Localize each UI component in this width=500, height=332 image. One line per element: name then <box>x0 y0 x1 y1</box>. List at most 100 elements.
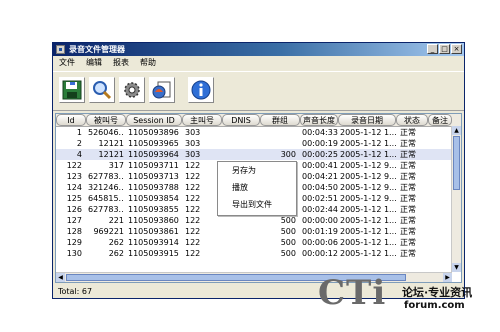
cell-called: 321246... <box>88 183 124 192</box>
cell-date: 2005-1-12 1... <box>340 150 396 159</box>
column-header-date[interactable]: 录音日期 <box>338 114 396 126</box>
cell-status: 正常 <box>400 139 416 148</box>
cell-duration: 00:00:12 <box>302 249 338 258</box>
export-button[interactable] <box>149 77 175 103</box>
settings-gear-icon <box>124 82 140 98</box>
search-icon <box>93 81 112 100</box>
vertical-scrollbar[interactable]: ▲ ▼ <box>451 126 461 272</box>
cell-group: 500 <box>280 238 296 247</box>
cell-group: 500 <box>280 249 296 258</box>
context-menu-save-as[interactable]: 另存为 <box>218 162 296 179</box>
cell-dnis <box>224 226 258 237</box>
cell-caller: 303 <box>185 128 201 137</box>
context-menu: 另存为 播放 导出到文件 <box>217 161 297 216</box>
cell-session: 1105093711 <box>128 161 179 170</box>
vertical-scroll-thumb[interactable] <box>453 136 460 190</box>
menu-edit[interactable]: 编辑 <box>86 57 102 69</box>
cell-id: 2 <box>76 139 82 148</box>
cell-id: 1 <box>76 128 82 137</box>
cell-called: 627783... <box>88 205 124 214</box>
cell-session: 1105093854 <box>128 194 179 203</box>
cell-caller: 122 <box>185 249 201 258</box>
cell-group <box>262 127 296 138</box>
cell-status: 正常 <box>400 194 416 203</box>
table-row[interactable]: 128 969221 1105093861 122 500 00:01:19 2005-1-… <box>56 226 452 237</box>
minimize-button[interactable]: _ <box>427 44 438 54</box>
cell-called: 262 <box>108 238 124 247</box>
column-header-called[interactable]: 被叫号 <box>86 114 126 126</box>
table-row[interactable]: 1 526046... 1105093896 303 00:04:33 2005-1-12… <box>56 127 452 138</box>
save-icon <box>62 80 82 100</box>
cell-date: 2005-1-12 1... <box>340 238 396 247</box>
save-button[interactable] <box>59 77 85 103</box>
cell-caller: 122 <box>185 227 201 236</box>
watermark-url: forum.com <box>404 300 465 311</box>
export-icon <box>152 81 171 99</box>
table-row[interactable]: 130 262 1105093915 122 500 00:00:12 2005-1-12 … <box>56 248 452 259</box>
context-menu-export[interactable]: 导出到文件 <box>218 196 296 213</box>
scroll-right-arrow-icon[interactable]: ▶ <box>443 273 452 282</box>
maximize-button[interactable]: □ <box>439 44 450 54</box>
cell-id: 4 <box>76 150 82 159</box>
settings-button[interactable] <box>119 77 145 103</box>
cell-duration: 00:02:44 <box>302 205 338 214</box>
cell-id: 124 <box>66 183 82 192</box>
about-button[interactable] <box>188 77 214 103</box>
toolbar <box>53 71 464 111</box>
cell-status: 正常 <box>400 183 416 192</box>
column-header-status[interactable]: 状态 <box>396 114 428 126</box>
cell-caller: 303 <box>185 150 201 159</box>
column-header-session-id[interactable]: Session ID <box>126 114 182 126</box>
cell-id: 129 <box>66 238 82 247</box>
cell-status: 正常 <box>400 128 416 137</box>
column-header-duration[interactable]: 声音长度 <box>300 114 338 126</box>
search-button[interactable] <box>89 77 115 103</box>
cell-session: 1105093965 <box>128 139 179 148</box>
cell-status: 正常 <box>400 227 416 236</box>
cell-id: 130 <box>66 249 82 258</box>
table-row[interactable]: 2 12121 1105093965 303 00:00:19 2005-1-12 1..… <box>56 138 452 149</box>
cell-session: 1105093860 <box>128 216 179 225</box>
cell-date: 2005-1-12 9... <box>340 194 396 203</box>
app-icon <box>56 45 65 54</box>
cell-status: 正常 <box>400 172 416 181</box>
column-header-id[interactable]: Id <box>56 114 86 126</box>
cell-caller: 122 <box>185 205 201 214</box>
title-bar[interactable]: 录音文件管理器 _ □ × <box>53 43 464 56</box>
cell-date: 2005-1-12 1... <box>340 227 396 236</box>
menu-help[interactable]: 帮助 <box>140 57 156 69</box>
column-header-caller[interactable]: 主叫号 <box>182 114 222 126</box>
menu-file[interactable]: 文件 <box>59 57 75 69</box>
column-header-dnis[interactable]: DNIS <box>222 114 260 126</box>
close-button[interactable]: × <box>451 44 462 54</box>
scroll-left-arrow-icon[interactable]: ◀ <box>56 273 65 282</box>
column-header-group[interactable]: 群组 <box>260 114 300 126</box>
column-header-remark[interactable]: 备注 <box>428 114 452 126</box>
cell-id: 122 <box>66 161 82 170</box>
cell-duration: 00:00:00 <box>302 216 338 225</box>
cell-id: 128 <box>66 227 82 236</box>
cell-duration: 00:04:33 <box>302 128 338 137</box>
cell-duration: 00:04:21 <box>302 172 338 181</box>
cell-id: 125 <box>66 194 82 203</box>
table-row[interactable]: 129 262 1105093914 122 500 00:00:06 2005-1-12 … <box>56 237 452 248</box>
cell-duration: 00:00:19 <box>302 139 338 148</box>
cell-caller: 122 <box>185 216 201 225</box>
context-menu-play[interactable]: 播放 <box>218 179 296 196</box>
cell-group: 500 <box>280 227 296 236</box>
menu-report[interactable]: 报表 <box>113 57 129 69</box>
cell-caller: 122 <box>185 183 201 192</box>
cell-date: 2005-1-12 1... <box>340 216 396 225</box>
cell-date: 2005-1-12 9... <box>340 172 396 181</box>
scroll-down-arrow-icon[interactable]: ▼ <box>452 263 461 272</box>
horizontal-scrollbar[interactable]: ◀ ▶ <box>56 272 452 282</box>
table-row[interactable]: 127 221 1105093860 122 500 00:00:00 2005-1-12 … <box>56 215 452 226</box>
scroll-up-arrow-icon[interactable]: ▲ <box>452 126 461 135</box>
watermark-logo: CTi <box>318 273 387 313</box>
cell-group: 500 <box>280 216 296 225</box>
cell-status: 正常 <box>400 216 416 225</box>
cell-duration: 00:02:51 <box>302 194 338 203</box>
table-row-selected[interactable]: 4 12121 1105093964 303 300 00:00:25 2005-1-12 … <box>56 149 452 160</box>
cell-caller: 303 <box>185 139 201 148</box>
cell-status: 正常 <box>400 161 416 170</box>
